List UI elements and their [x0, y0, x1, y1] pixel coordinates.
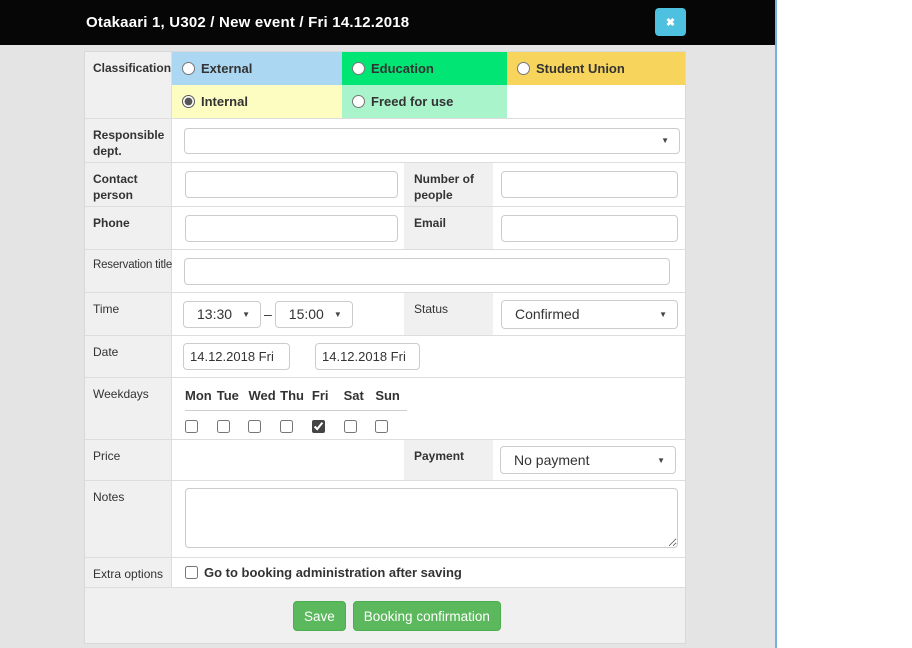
classification-option-student-union[interactable]: Student Union [507, 52, 685, 85]
dialog-header: Otakaari 1, U302 / New event / Fri 14.12… [0, 0, 775, 45]
booking-form: Classification External Education [84, 51, 686, 644]
start-time-value: 13:30 [197, 306, 232, 322]
classification-label: Classification [85, 52, 172, 118]
education-option-label: Education [371, 61, 434, 76]
responsible-dept-select[interactable]: ▼ [184, 128, 680, 154]
time-range-dash: – [264, 306, 272, 322]
internal-radio[interactable] [182, 95, 195, 108]
weekday-checkbox-thu[interactable] [280, 420, 293, 433]
time-label: Time [85, 293, 172, 335]
number-of-people-label: Number of people [404, 163, 493, 206]
student-union-option-label: Student Union [536, 61, 625, 76]
classification-option-freed[interactable]: Freed for use [342, 85, 507, 118]
notes-textarea[interactable] [185, 488, 678, 548]
price-row: Price Payment No payment ▼ [85, 440, 685, 481]
status-label: Status [404, 293, 493, 335]
chevron-down-icon: ▼ [661, 136, 669, 145]
weekdays-row: Weekdays Mon Tue Wed Thu Fri Sat Sun [85, 378, 685, 440]
education-radio[interactable] [352, 62, 365, 75]
dialog-title: Otakaari 1, U302 / New event / Fri 14.12… [86, 14, 409, 31]
weekday-name: Mon [185, 388, 217, 403]
reservation-title-label: Reservation title [85, 250, 172, 292]
status-select[interactable]: Confirmed ▼ [501, 300, 678, 329]
payment-label: Payment [404, 440, 493, 480]
chevron-down-icon: ▼ [657, 456, 665, 465]
reservation-title-input[interactable] [184, 258, 670, 285]
number-of-people-input[interactable] [501, 171, 678, 198]
reservation-title-row: Reservation title [85, 250, 685, 293]
close-button[interactable]: ✖ [655, 8, 686, 36]
phone-input[interactable] [185, 215, 398, 242]
classification-option-education[interactable]: Education [342, 52, 507, 85]
contact-person-input[interactable] [185, 171, 398, 198]
end-time-value: 15:00 [289, 306, 324, 322]
weekday-checkbox-wed[interactable] [248, 420, 261, 433]
weekday-checkbox-fri[interactable] [312, 420, 325, 433]
start-date-input[interactable] [183, 343, 290, 370]
end-time-select[interactable]: 15:00 ▼ [275, 301, 353, 328]
time-row: Time 13:30 ▼ – 15:00 ▼ Status Confirmed [85, 293, 685, 336]
contact-person-label: Contact person [85, 163, 172, 206]
weekdays-label: Weekdays [85, 378, 172, 439]
classification-options: External Education Student Union [172, 52, 685, 118]
date-label: Date [85, 336, 172, 377]
extra-options-row: Extra options Go to booking administrati… [85, 558, 685, 588]
right-divider-line [775, 0, 777, 648]
screen: Otakaari 1, U302 / New event / Fri 14.12… [0, 0, 912, 648]
weekday-name: Wed [248, 388, 280, 403]
start-time-select[interactable]: 13:30 ▼ [183, 301, 261, 328]
weekday-name: Sat [344, 388, 376, 403]
end-date-input[interactable] [315, 343, 420, 370]
weekday-name: Tue [217, 388, 249, 403]
classification-row: Classification External Education [85, 52, 685, 119]
weekday-checkbox-sun[interactable] [375, 420, 388, 433]
weekday-checkboxes [185, 420, 407, 438]
go-to-admin-label: Go to booking administration after savin… [204, 565, 462, 580]
responsible-dept-row: Responsible dept. ▼ [85, 119, 685, 163]
price-value [172, 440, 404, 480]
chevron-down-icon: ▼ [334, 310, 342, 319]
classification-empty-cell [507, 85, 685, 118]
weekday-headers: Mon Tue Wed Thu Fri Sat Sun [185, 388, 407, 411]
close-icon: ✖ [666, 16, 675, 29]
chevron-down-icon: ▼ [659, 310, 667, 319]
phone-label: Phone [85, 207, 172, 249]
internal-option-label: Internal [201, 94, 248, 109]
responsible-dept-label: Responsible dept. [85, 119, 172, 162]
status-value: Confirmed [515, 306, 580, 322]
email-input[interactable] [501, 215, 678, 242]
email-label: Email [404, 207, 493, 249]
classification-option-internal[interactable]: Internal [172, 85, 342, 118]
freed-radio[interactable] [352, 95, 365, 108]
classification-option-external[interactable]: External [172, 52, 342, 85]
save-button[interactable]: Save [293, 601, 346, 631]
payment-select[interactable]: No payment ▼ [500, 446, 676, 474]
extra-options-label: Extra options [85, 558, 172, 587]
booking-confirmation-button[interactable]: Booking confirmation [353, 601, 501, 631]
go-to-admin-checkbox[interactable] [185, 566, 198, 579]
price-label: Price [85, 440, 172, 480]
payment-value: No payment [514, 452, 589, 468]
student-union-radio[interactable] [517, 62, 530, 75]
date-row: Date [85, 336, 685, 378]
external-radio[interactable] [182, 62, 195, 75]
weekday-checkbox-tue[interactable] [217, 420, 230, 433]
phone-row: Phone Email [85, 207, 685, 250]
chevron-down-icon: ▼ [242, 310, 250, 319]
weekday-name: Sun [375, 388, 407, 403]
notes-row: Notes [85, 481, 685, 558]
weekday-checkbox-mon[interactable] [185, 420, 198, 433]
external-option-label: External [201, 61, 252, 76]
footer-row: Save Booking confirmation [85, 588, 685, 643]
contact-row: Contact person Number of people [85, 163, 685, 207]
weekday-checkbox-sat[interactable] [344, 420, 357, 433]
weekday-name: Thu [280, 388, 312, 403]
notes-label: Notes [85, 481, 172, 557]
freed-option-label: Freed for use [371, 94, 453, 109]
booking-dialog: Otakaari 1, U302 / New event / Fri 14.12… [0, 0, 775, 648]
weekday-name: Fri [312, 388, 344, 403]
